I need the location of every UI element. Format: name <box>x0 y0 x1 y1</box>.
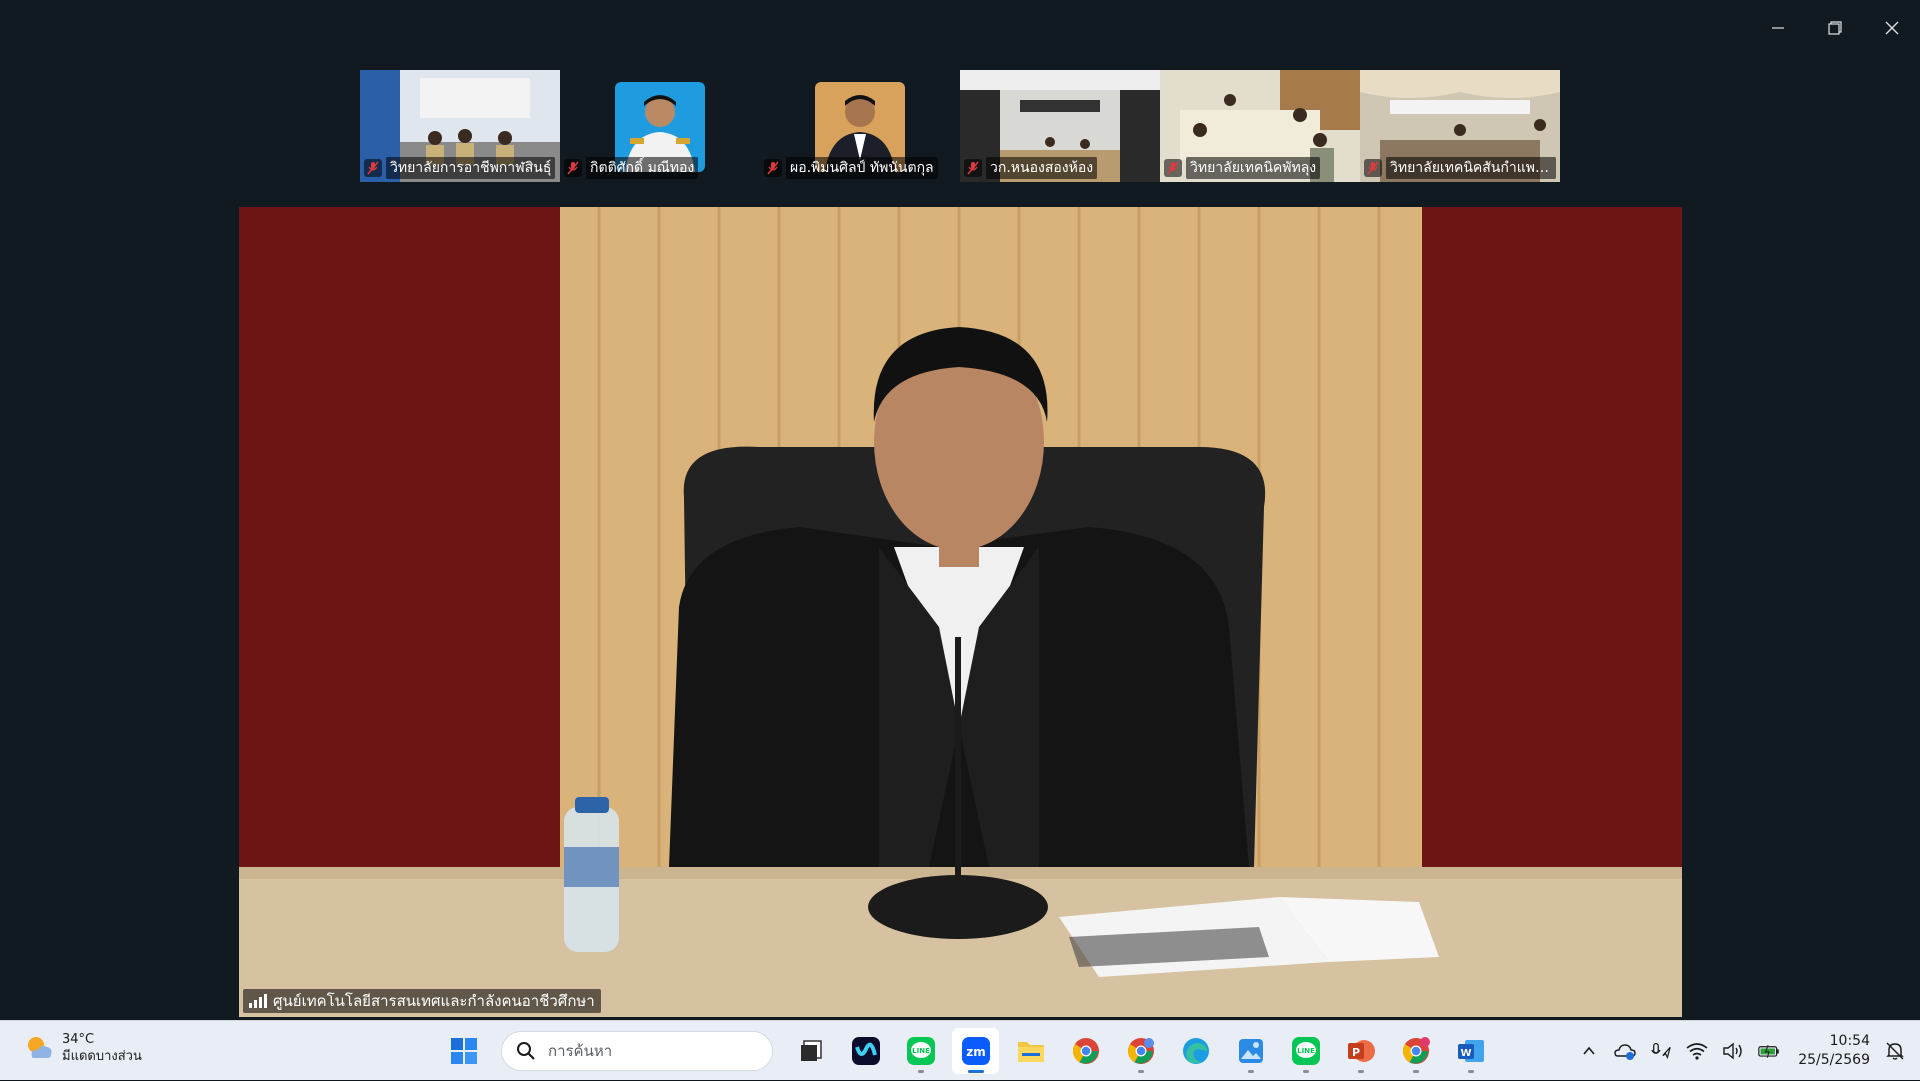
chrome-taskbar-button[interactable] <box>1062 1028 1109 1074</box>
close-button[interactable] <box>1863 0 1920 56</box>
muted-mic-icon <box>964 159 982 177</box>
minimize-icon <box>1771 27 1784 29</box>
task-view-button[interactable] <box>787 1028 834 1074</box>
wifi-icon <box>1686 1043 1708 1060</box>
photos-taskbar-button[interactable] <box>1227 1028 1274 1074</box>
svg-text:W: W <box>1460 1048 1471 1059</box>
zoom-window: วิทยาลัยการอาชีพกาฬสินธุ์ กิตติศักดิ์ มณ… <box>0 0 1920 1020</box>
powerpoint-icon: P <box>1347 1040 1375 1062</box>
chevron-up-icon <box>1583 1046 1595 1055</box>
edge-icon <box>1182 1038 1209 1064</box>
participant-name: วก.หนองสองห้อง <box>986 157 1098 179</box>
clock-date: 25/5/2569 <box>1798 1052 1870 1068</box>
close-icon <box>1885 21 1898 35</box>
clock-time: 10:54 <box>1829 1033 1870 1049</box>
active-speaker-video[interactable]: ศูนย์เทคโนโลยีสารสนเทศและกำลังคนอาชีวศึก… <box>239 207 1682 1017</box>
speaker-name-label: ศูนย์เทคโนโลยีสารสนเทศและกำลังคนอาชีวศึก… <box>243 989 601 1013</box>
participant-tile[interactable]: วิทยาลัยการอาชีพกาฬสินธุ์ <box>360 70 560 182</box>
search-placeholder: การค้นหา <box>548 1042 613 1060</box>
restore-icon <box>1827 21 1842 35</box>
participant-tile[interactable]: วิทยาลัยเทคนิคพัทลุง <box>1160 70 1360 182</box>
participant-tile[interactable]: กิตติศักดิ์ มณีทอง <box>560 70 760 182</box>
taskbar-apps: การค้นหา LINE zm LINE P W <box>440 1027 1494 1075</box>
system-tray: 10:54 25/5/2569 <box>1578 1021 1920 1081</box>
webex-taskbar-button[interactable] <box>842 1028 889 1074</box>
photos-icon <box>1238 1039 1263 1063</box>
show-hidden-icons-button[interactable] <box>1578 1040 1600 1062</box>
notifications-button[interactable] <box>1884 1040 1906 1062</box>
speaker-video-frame <box>239 207 1682 1017</box>
participant-name: วิทยาลัยเทคนิคสันกำแพง... <box>1386 157 1556 179</box>
weather-temp: 34°C <box>62 1032 95 1047</box>
edge-taskbar-button[interactable] <box>1172 1028 1219 1074</box>
window-controls <box>1749 0 1920 56</box>
webex-icon <box>851 1037 880 1065</box>
weather-widget[interactable]: 34°C มีแดดบางส่วน <box>24 1031 142 1065</box>
chrome-profile-taskbar-button[interactable] <box>1117 1028 1164 1074</box>
windows-start-icon <box>450 1038 477 1064</box>
svg-text:zm: zm <box>966 1045 986 1059</box>
participant-name: วิทยาลัยการอาชีพกาฬสินธุ์ <box>386 157 556 179</box>
file-explorer-button[interactable] <box>1007 1028 1054 1074</box>
chrome-2-taskbar-button[interactable] <box>1392 1028 1439 1074</box>
minimize-button[interactable] <box>1749 0 1806 56</box>
battery-button[interactable] <box>1758 1040 1780 1062</box>
battery-charging-icon <box>1758 1044 1779 1058</box>
muted-mic-icon <box>764 159 782 177</box>
participant-name: ผอ.พิมนศิลป์ ทัพนันตกุล <box>786 157 938 179</box>
clock[interactable]: 10:54 25/5/2569 <box>1798 1032 1870 1070</box>
line-app-icon: LINE <box>906 1037 935 1065</box>
muted-mic-icon <box>364 159 382 177</box>
restore-button[interactable] <box>1806 0 1863 56</box>
line-app-icon: LINE <box>1291 1037 1320 1065</box>
word-icon: W <box>1457 1040 1484 1062</box>
microphone-location-icon <box>1651 1043 1671 1060</box>
volume-button[interactable] <box>1722 1040 1744 1062</box>
weather-condition: มีแดดบางส่วน <box>62 1049 142 1064</box>
svg-text:P: P <box>1351 1046 1359 1059</box>
start-button[interactable] <box>440 1028 487 1074</box>
signal-bars-icon <box>249 994 267 1008</box>
chrome-icon <box>1127 1038 1154 1064</box>
folder-icon <box>1017 1042 1044 1062</box>
search-icon <box>517 1042 535 1060</box>
participant-tile[interactable]: ผอ.พิมนศิลป์ ทัพนันตกุล <box>760 70 960 182</box>
zoom-taskbar-button[interactable]: zm <box>952 1028 999 1074</box>
line-taskbar-button[interactable]: LINE <box>897 1028 944 1074</box>
svg-text:LINE: LINE <box>1297 1047 1315 1055</box>
taskbar-search[interactable]: การค้นหา <box>501 1031 773 1071</box>
line-2-taskbar-button[interactable]: LINE <box>1282 1028 1329 1074</box>
powerpoint-taskbar-button[interactable]: P <box>1337 1028 1384 1074</box>
taskbar: 34°C มีแดดบางส่วน การค้นหา LINE zm LINE … <box>0 1020 1920 1080</box>
word-taskbar-button[interactable]: W <box>1447 1028 1494 1074</box>
muted-mic-icon <box>1164 159 1182 177</box>
svg-text:LINE: LINE <box>912 1047 930 1055</box>
mic-location-status[interactable] <box>1650 1040 1672 1062</box>
task-view-icon <box>800 1040 822 1061</box>
muted-mic-icon <box>1364 159 1382 177</box>
participant-name: กิตติศักดิ์ มณีทอง <box>586 157 699 179</box>
zoom-app-icon: zm <box>961 1037 990 1065</box>
cloud-icon <box>1614 1044 1636 1060</box>
partly-sunny-icon <box>28 1037 52 1058</box>
participant-name: วิทยาลัยเทคนิคพัทลุง <box>1186 157 1321 179</box>
chrome-icon <box>1072 1038 1099 1064</box>
muted-mic-icon <box>564 159 582 177</box>
participant-strip: วิทยาลัยการอาชีพกาฬสินธุ์ กิตติศักดิ์ มณ… <box>360 70 1560 182</box>
chrome-icon <box>1402 1037 1430 1064</box>
onedrive-status-button[interactable] <box>1614 1040 1636 1062</box>
speaker-name: ศูนย์เทคโนโลยีสารสนเทศและกำลังคนอาชีวศึก… <box>273 992 595 1010</box>
participant-tile[interactable]: วิทยาลัยเทคนิคสันกำแพง... <box>1360 70 1560 182</box>
speaker-volume-icon <box>1723 1042 1742 1060</box>
participant-tile[interactable]: วก.หนองสองห้อง <box>960 70 1160 182</box>
notification-bell-icon <box>1886 1042 1904 1060</box>
wifi-button[interactable] <box>1686 1040 1708 1062</box>
